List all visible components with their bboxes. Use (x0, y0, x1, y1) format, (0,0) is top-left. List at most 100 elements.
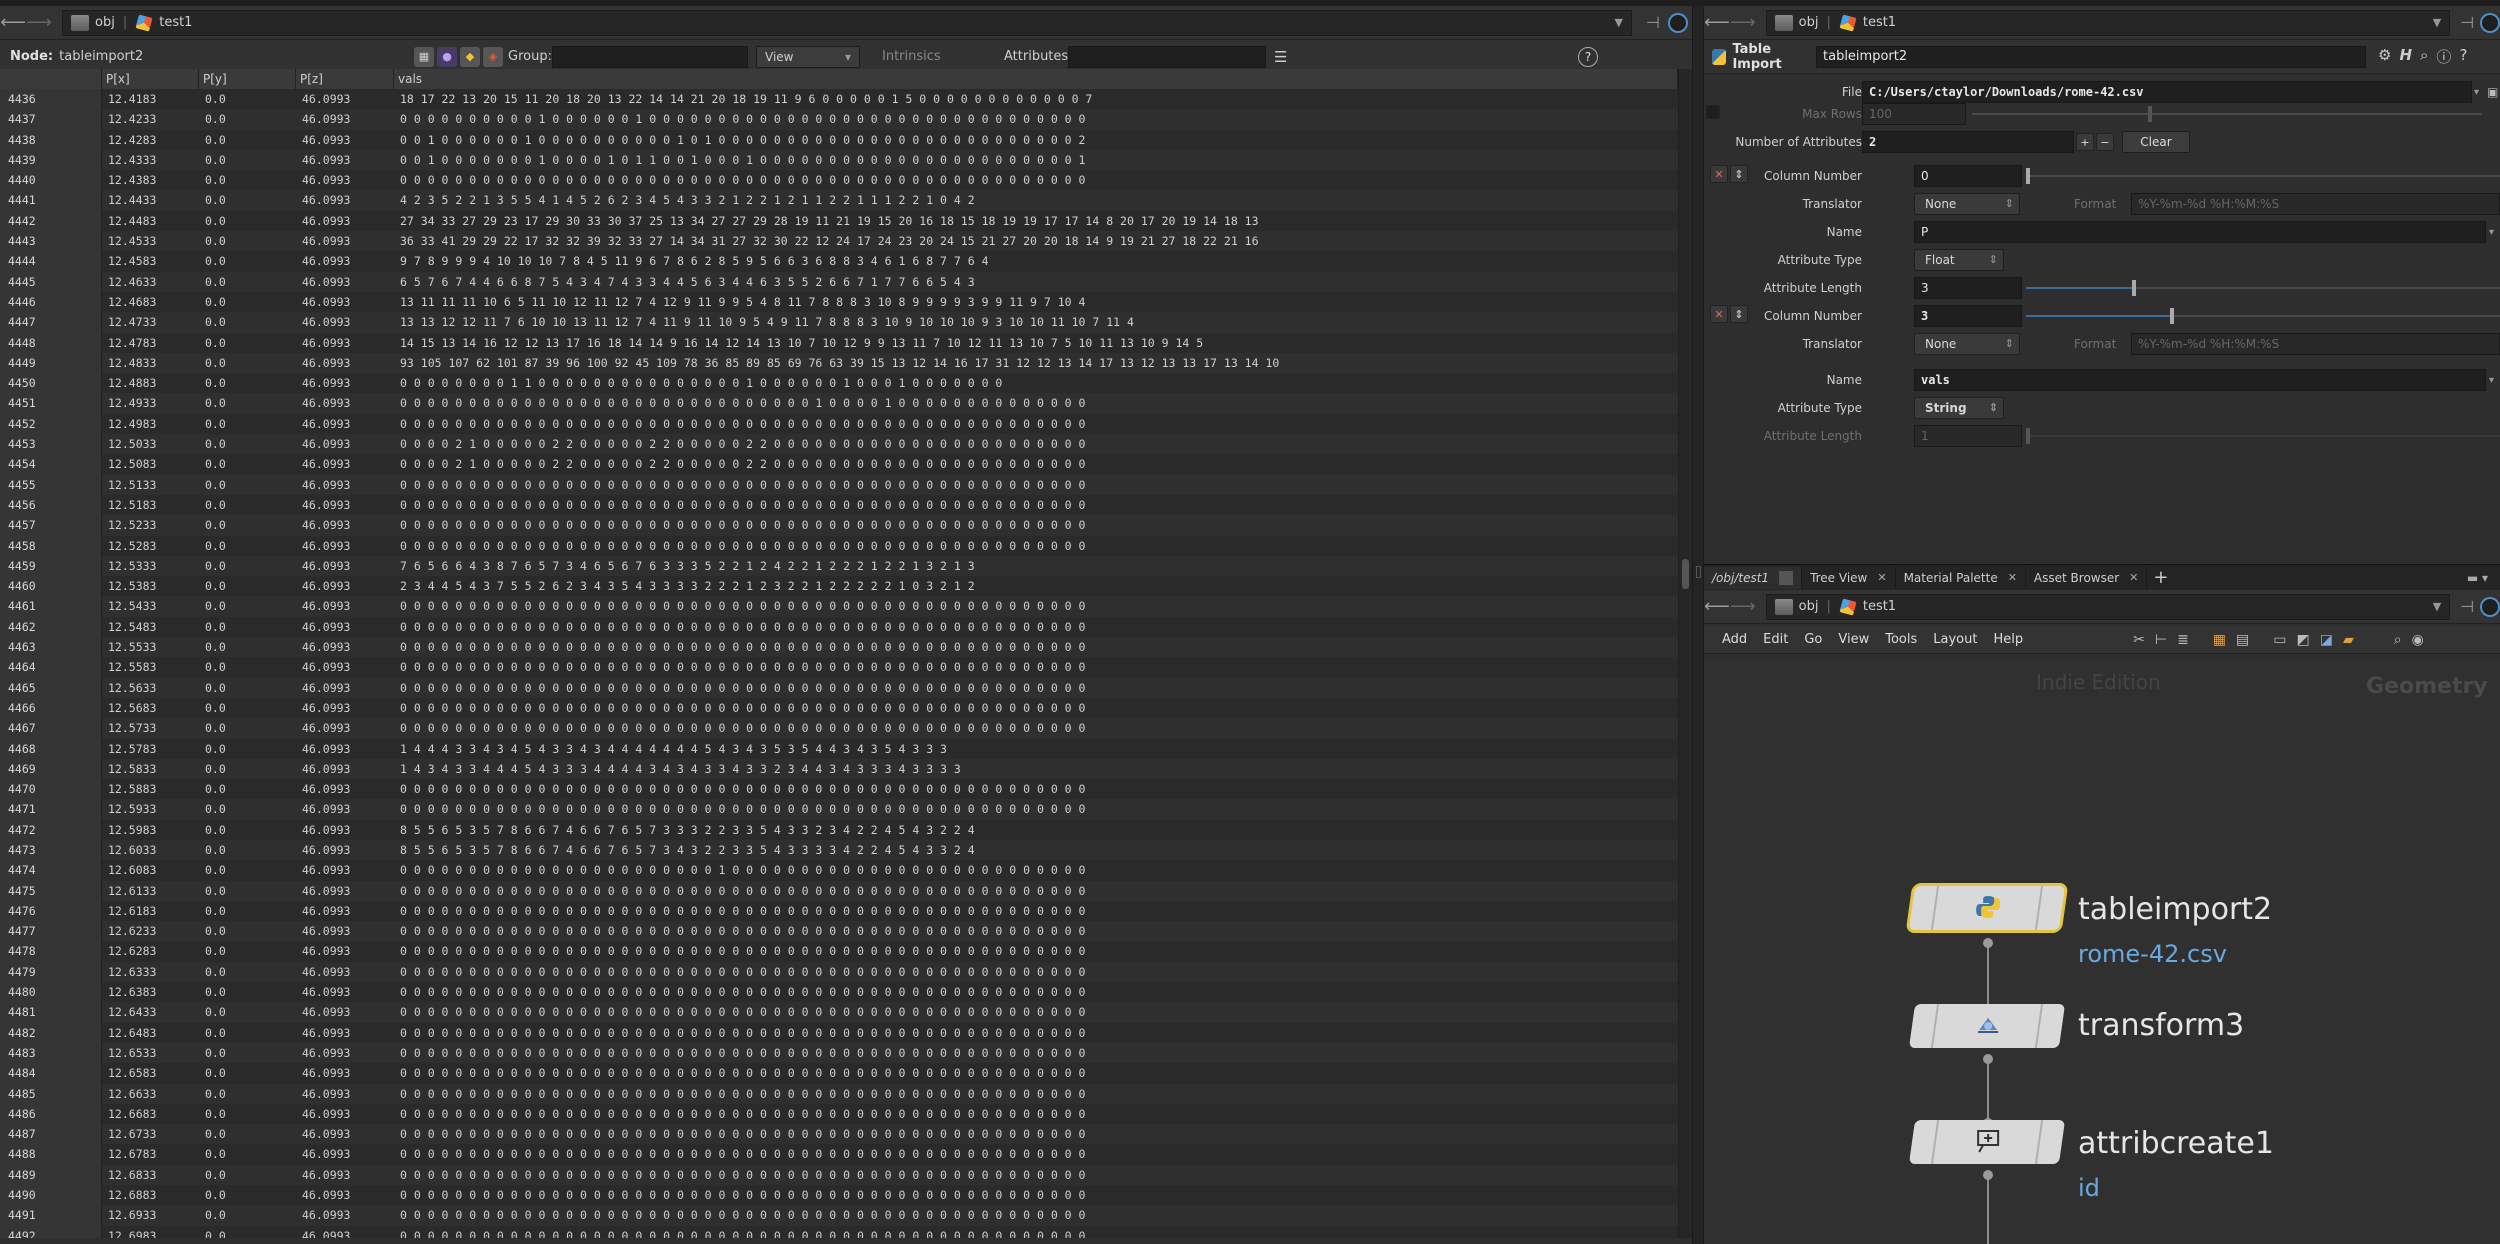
table-row[interactable]: 4460 12.5383 0.0 46.0993 2 3 4 4 5 4 3 7 5 5… (0, 576, 1678, 597)
table-cell[interactable]: 0.0 (199, 718, 296, 738)
row-index-cell[interactable]: 4450 (0, 373, 102, 394)
table-row[interactable]: 4441 12.4433 0.0 46.0993 4 2 3 5 2 2 1 3 5 5… (0, 190, 1678, 211)
row-index-cell[interactable]: 4442 (0, 210, 102, 232)
table-cell[interactable]: 0 0 0 0 0 0 0 0 0 0 0 0 0 0 0 0 0 0 0 0 … (394, 881, 1678, 901)
table-cell[interactable]: 46.0993 (296, 89, 394, 109)
tab-tree-view[interactable]: Tree View ✕ (1802, 566, 1896, 589)
image-icon[interactable]: ◪ (2320, 632, 2333, 648)
table-cell[interactable]: 0 0 0 0 0 0 0 0 0 0 0 0 0 0 0 0 0 0 0 0 … (394, 1185, 1678, 1205)
max-rows-field[interactable]: 100 (1862, 103, 1966, 125)
table-row[interactable]: 4439 12.4333 0.0 46.0993 0 0 1 0 0 0 0 0 0 0… (0, 149, 1678, 171)
table-cell[interactable]: 12.6283 (102, 941, 199, 961)
table-row[interactable]: 4481 12.6433 0.0 46.0993 0 0 0 0 0 0 0 0 0 0… (0, 1002, 1678, 1023)
row-index-cell[interactable]: 4458 (0, 535, 102, 556)
points-filter-icon[interactable]: ● (437, 46, 457, 67)
table-cell[interactable]: 12.5083 (102, 454, 199, 474)
row-index-cell[interactable]: 4460 (0, 576, 102, 597)
table-cell[interactable]: 46.0993 (296, 962, 394, 982)
column-header-index[interactable] (0, 69, 102, 89)
remove-attr1-icon[interactable]: ✕ (1710, 165, 1728, 183)
table-row[interactable]: 4466 12.5683 0.0 46.0993 0 0 0 0 0 0 0 0 0 0… (0, 697, 1678, 719)
table-cell[interactable]: 12.4683 (102, 292, 199, 312)
table-cell[interactable]: 12.6583 (102, 1063, 199, 1083)
table-cell[interactable]: 12.4783 (102, 333, 199, 353)
row-index-cell[interactable]: 4474 (0, 860, 102, 881)
table-cell[interactable]: 46.0993 (296, 414, 394, 434)
table-cell[interactable]: 46.0993 (296, 860, 394, 880)
network-box-icon[interactable]: ◩ (2297, 632, 2310, 648)
output-dot[interactable] (1983, 1170, 1993, 1180)
row-index-cell[interactable]: 4478 (0, 941, 102, 962)
table-cell[interactable]: 36 33 41 29 29 22 17 32 32 39 32 33 27 1… (394, 231, 1678, 251)
table-cell[interactable]: 46.0993 (296, 698, 394, 718)
table-cell[interactable]: 46.0993 (296, 333, 394, 353)
table-cell[interactable]: 0 0 0 0 0 0 0 0 0 0 0 0 0 0 0 0 0 0 0 0 … (394, 1144, 1678, 1164)
table-cell[interactable]: 0.0 (199, 211, 296, 231)
table-cell[interactable]: 12.6633 (102, 1084, 199, 1104)
table-cell[interactable]: 46.0993 (296, 718, 394, 738)
gear-icon[interactable]: ⚙ (2378, 46, 2391, 67)
folder-icon[interactable]: ▰ (2343, 632, 2354, 648)
table-row[interactable]: 4486 12.6683 0.0 46.0993 0 0 0 0 0 0 0 0 0 0… (0, 1103, 1678, 1125)
table-cell[interactable]: 12.6983 (102, 1226, 199, 1238)
attr1-translator-dropdown[interactable]: None (1914, 193, 2020, 215)
table-cell[interactable]: 0.0 (199, 1144, 296, 1164)
grid-view-icon[interactable]: ▦ (2213, 632, 2226, 648)
table-cell[interactable]: 12.6433 (102, 1002, 199, 1022)
table-cell[interactable]: 0.0 (199, 1185, 296, 1205)
path-crumb-node[interactable]: test1 (1839, 14, 1896, 32)
node-tableimport2[interactable] (1908, 886, 2066, 930)
list-icon[interactable]: ≣ (2177, 632, 2189, 648)
table-row[interactable]: 4438 12.4283 0.0 46.0993 0 0 1 0 0 0 0 0 0 1… (0, 129, 1678, 150)
row-index-cell[interactable]: 4491 (0, 1205, 102, 1226)
table-cell[interactable]: 27 34 33 27 29 23 17 29 30 33 30 37 25 1… (394, 211, 1678, 231)
table-cell[interactable]: 46.0993 (296, 576, 394, 596)
table-cell[interactable]: 0.0 (199, 150, 296, 170)
scrollbar-thumb[interactable] (1682, 559, 1689, 589)
table-cell[interactable]: 0.0 (199, 515, 296, 535)
max-rows-checkbox[interactable] (1706, 105, 1720, 119)
menu-help[interactable]: Help (1985, 632, 2031, 647)
table-cell[interactable]: 12.6733 (102, 1124, 199, 1144)
table-row[interactable]: 4458 12.5283 0.0 46.0993 0 0 0 0 0 0 0 0 0 0… (0, 535, 1678, 556)
path-dropdown-icon[interactable]: ▼ (2433, 16, 2441, 29)
table-cell[interactable]: 0 0 0 0 0 0 0 0 0 0 0 0 0 0 0 0 0 0 0 0 … (394, 718, 1678, 738)
table-cell[interactable]: 12.6933 (102, 1205, 199, 1225)
table-row[interactable]: 4454 12.5083 0.0 46.0993 0 0 0 0 2 1 0 0 0 0… (0, 454, 1678, 475)
table-cell[interactable]: 12.4533 (102, 231, 199, 251)
table-cell[interactable]: 0.0 (199, 576, 296, 596)
table-row[interactable]: 4446 12.4683 0.0 46.0993 13 11 11 11 10 6 5 … (0, 291, 1678, 313)
table-cell[interactable]: 46.0993 (296, 637, 394, 657)
table-cell[interactable]: 46.0993 (296, 759, 394, 779)
menu-view[interactable]: View (1830, 632, 1877, 647)
table-cell[interactable]: 0.0 (199, 759, 296, 779)
table-row[interactable]: 4444 12.4583 0.0 46.0993 9 7 8 9 9 9 4 10 10… (0, 251, 1678, 272)
tab-material-palette[interactable]: Material Palette ✕ (1896, 566, 2026, 589)
table-cell[interactable]: 46.0993 (296, 739, 394, 759)
table-cell[interactable]: 0.0 (199, 272, 296, 292)
table-cell[interactable]: 0.0 (199, 1002, 296, 1022)
primitives-filter-icon[interactable]: ◆ (460, 46, 480, 67)
table-cell[interactable]: 0 0 0 0 0 0 0 0 0 0 0 0 0 0 0 0 0 0 0 0 … (394, 475, 1678, 495)
row-index-cell[interactable]: 4486 (0, 1103, 102, 1125)
table-cell[interactable]: 12.5183 (102, 495, 199, 515)
remove-attr2-icon[interactable]: ✕ (1710, 305, 1728, 323)
table-row[interactable]: 4437 12.4233 0.0 46.0993 0 0 0 0 0 0 0 0 0 0… (0, 109, 1678, 130)
attr2-length-field[interactable]: 1 (1914, 425, 2022, 447)
table-row[interactable]: 4448 12.4783 0.0 46.0993 14 15 13 14 16 12 1… (0, 332, 1678, 353)
remove-attribute-button[interactable]: − (2096, 133, 2114, 151)
table-row[interactable]: 4440 12.4383 0.0 46.0993 0 0 0 0 0 0 0 0 0 0… (0, 170, 1678, 191)
forward-arrow-icon[interactable]: ⟶ (1730, 594, 1756, 620)
table-cell[interactable]: 0.0 (199, 251, 296, 271)
table-cell[interactable]: 12.6833 (102, 1165, 199, 1185)
table-cell[interactable]: 46.0993 (296, 1124, 394, 1144)
table-cell[interactable]: 0 0 0 0 0 0 0 0 0 0 0 0 0 0 0 0 0 0 0 0 … (394, 901, 1678, 921)
path-crumb-node[interactable]: test1 (135, 14, 192, 32)
table-cell[interactable]: 0.0 (199, 292, 296, 312)
table-cell[interactable]: 0.0 (199, 434, 296, 454)
pin-icon[interactable]: ⊣ (1646, 13, 1660, 32)
menu-add[interactable]: Add (1714, 632, 1755, 647)
row-index-cell[interactable]: 4483 (0, 1042, 102, 1064)
attr2-translator-dropdown[interactable]: None (1914, 333, 2020, 355)
table-cell[interactable]: 0 0 0 0 0 0 0 0 0 0 0 0 0 0 0 0 0 0 0 0 … (394, 1043, 1678, 1063)
